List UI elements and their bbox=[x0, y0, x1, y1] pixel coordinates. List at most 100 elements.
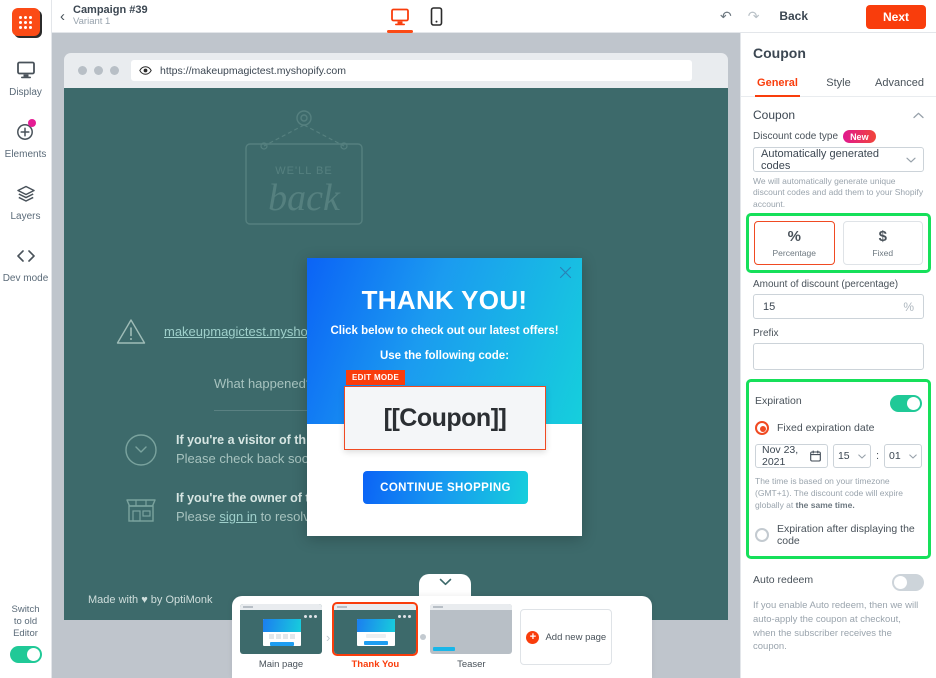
page-thumbnail[interactable] bbox=[240, 604, 322, 654]
layers-icon bbox=[16, 182, 36, 206]
next-button[interactable]: Next bbox=[865, 5, 926, 29]
page-label-teaser: Teaser bbox=[457, 659, 486, 670]
expiration-minute-value: 01 bbox=[889, 450, 901, 463]
plus-circle-icon: + bbox=[526, 630, 540, 644]
coupon-box[interactable]: [[Coupon]] bbox=[344, 386, 546, 450]
clock-icon bbox=[124, 433, 158, 467]
expiration-minute-select[interactable]: 01 bbox=[884, 444, 922, 469]
pages-tray: Main page › Thank You Teaser + Add new p… bbox=[232, 596, 652, 678]
what-happened-text: What happened? bbox=[214, 376, 314, 391]
switch-to-old-editor-toggle[interactable] bbox=[9, 646, 42, 663]
page-card-thank-you[interactable]: Thank You bbox=[332, 602, 419, 670]
radio-expiration-after-display-label: Expiration after displaying the code bbox=[777, 523, 915, 548]
auto-redeem-note: If you enable Auto redeem, then we will … bbox=[753, 600, 919, 653]
chevron-up-icon[interactable] bbox=[913, 112, 924, 119]
top-bar: ‹ Campaign #39 Variant 1 ↶ ↷ Back Next bbox=[52, 0, 936, 33]
panel-tabs: General Style Advanced bbox=[741, 71, 936, 97]
sidebar-item-label-dev-mode: Dev mode bbox=[2, 273, 49, 284]
new-badge: New bbox=[843, 130, 876, 143]
page-label-thank-you: Thank You bbox=[351, 659, 400, 670]
undo-icon[interactable]: ↶ bbox=[720, 8, 732, 25]
sidebar-item-display[interactable]: Display bbox=[0, 58, 52, 98]
prefix-label: Prefix bbox=[753, 328, 779, 340]
back-chevron-icon[interactable]: ‹ bbox=[60, 8, 65, 25]
plus-circle-icon bbox=[15, 119, 37, 144]
redo-icon[interactable]: ↷ bbox=[748, 8, 760, 25]
optimonk-logo-icon[interactable] bbox=[11, 8, 40, 36]
mini-popup-preview bbox=[357, 619, 396, 646]
page-thumbnail[interactable] bbox=[430, 604, 513, 654]
expiration-date-input[interactable]: Nov 23, 2021 bbox=[755, 444, 828, 469]
discount-code-type-select[interactable]: Automatically generated codes bbox=[753, 147, 924, 172]
radio-fixed-expiration[interactable] bbox=[755, 421, 769, 436]
campaign-info: Campaign #39 Variant 1 bbox=[73, 4, 148, 28]
edit-mode-badge: EDIT MODE bbox=[346, 370, 406, 385]
switch-label-line1: Switch bbox=[11, 604, 40, 616]
chevron-down-icon bbox=[909, 454, 917, 459]
back-button[interactable]: Back bbox=[779, 9, 808, 23]
tab-general[interactable]: General bbox=[747, 71, 808, 97]
radio-expiration-after-display[interactable] bbox=[755, 528, 769, 543]
chevron-down-icon bbox=[439, 578, 452, 586]
pages-tray-collapse-button[interactable] bbox=[419, 574, 471, 598]
dollar-icon: $ bbox=[878, 228, 887, 246]
store-icon bbox=[124, 491, 158, 525]
discount-code-type-field: Discount code type New Automatically gen… bbox=[741, 130, 936, 210]
tray-sequence-arrow: › bbox=[326, 629, 331, 645]
thank-you-popup[interactable]: THANK YOU! Click below to check out our … bbox=[307, 258, 582, 536]
discount-code-type-helper: We will automatically generate unique di… bbox=[753, 176, 924, 209]
browser-chrome: https://makeupmagictest.myshopify.com bbox=[64, 53, 728, 88]
expiration-option-fixed[interactable]: Fixed expiration date bbox=[755, 421, 922, 436]
discount-type-percentage[interactable]: % Percentage bbox=[754, 221, 835, 266]
switch-label-line2: to old bbox=[13, 616, 38, 628]
discount-type-fixed[interactable]: $ Fixed bbox=[842, 221, 923, 266]
editor-window: Display Elements Layers Dev mode Switch … bbox=[0, 0, 936, 678]
expiration-option-after[interactable]: Expiration after displaying the code bbox=[755, 523, 922, 547]
settings-panel: Coupon General Style Advanced Coupon Dis… bbox=[740, 33, 936, 678]
sign-in-link[interactable]: sign in bbox=[219, 509, 257, 524]
discount-code-type-label: Discount code type New bbox=[753, 130, 924, 143]
expiration-hour-select[interactable]: 15 bbox=[832, 444, 871, 469]
discount-type-options: % Percentage $ Fixed bbox=[754, 221, 923, 266]
page-card-main[interactable]: Main page bbox=[240, 604, 322, 670]
amount-input[interactable]: 15 % bbox=[753, 294, 924, 320]
tab-advanced[interactable]: Advanced bbox=[869, 71, 930, 96]
auto-redeem-row: Auto redeem bbox=[741, 556, 936, 592]
page-thumbnail-selected[interactable] bbox=[332, 602, 419, 656]
left-sidebar: Display Elements Layers Dev mode Switch … bbox=[0, 0, 52, 678]
sidebar-item-layers[interactable]: Layers bbox=[0, 182, 52, 222]
sidebar-item-label-display: Display bbox=[9, 87, 42, 98]
page-card-teaser[interactable]: Teaser bbox=[430, 604, 513, 670]
tab-style[interactable]: Style bbox=[808, 71, 869, 96]
campaign-title: Campaign #39 bbox=[73, 4, 148, 17]
time-colon: : bbox=[875, 450, 879, 463]
site-divider bbox=[214, 410, 314, 411]
sidebar-item-elements[interactable]: Elements bbox=[0, 119, 52, 160]
coupon-section-header[interactable]: Coupon bbox=[741, 97, 936, 130]
add-new-page-button[interactable]: + Add new page bbox=[520, 609, 613, 665]
discount-code-type-label-text: Discount code type bbox=[753, 131, 839, 142]
expiration-timezone-note-b: the same time. bbox=[795, 500, 855, 511]
made-with-optimonk: Made with ♥ by OptiMonk bbox=[88, 594, 213, 606]
device-desktop-button[interactable] bbox=[387, 0, 413, 33]
continue-shopping-button[interactable]: CONTINUE SHOPPING bbox=[363, 471, 528, 504]
device-mobile-button[interactable] bbox=[430, 0, 443, 33]
sidebar-item-label-layers: Layers bbox=[10, 211, 41, 222]
close-icon[interactable] bbox=[559, 266, 572, 279]
code-icon bbox=[14, 244, 38, 268]
canvas-area: https://makeupmagictest.myshopify.com WE… bbox=[52, 33, 740, 678]
page-label-main: Main page bbox=[258, 659, 304, 670]
switch-to-old-editor: Switch to old Editor bbox=[0, 604, 52, 668]
add-new-page-label: Add new page bbox=[545, 631, 607, 643]
expiration-header: Expiration bbox=[755, 389, 922, 413]
calendar-icon[interactable] bbox=[810, 450, 821, 462]
prefix-input[interactable] bbox=[753, 343, 924, 371]
coupon-element[interactable]: EDIT MODE [[Coupon]] bbox=[344, 370, 546, 450]
sidebar-item-dev-mode[interactable]: Dev mode bbox=[0, 244, 52, 284]
expiration-toggle[interactable] bbox=[890, 395, 922, 413]
auto-redeem-toggle[interactable] bbox=[892, 574, 924, 592]
url-bar[interactable]: https://makeupmagictest.myshopify.com bbox=[131, 60, 692, 81]
discount-type-fixed-label: Fixed bbox=[872, 248, 894, 259]
chevron-down-icon bbox=[858, 454, 866, 459]
auto-redeem-label: Auto redeem bbox=[753, 573, 814, 586]
